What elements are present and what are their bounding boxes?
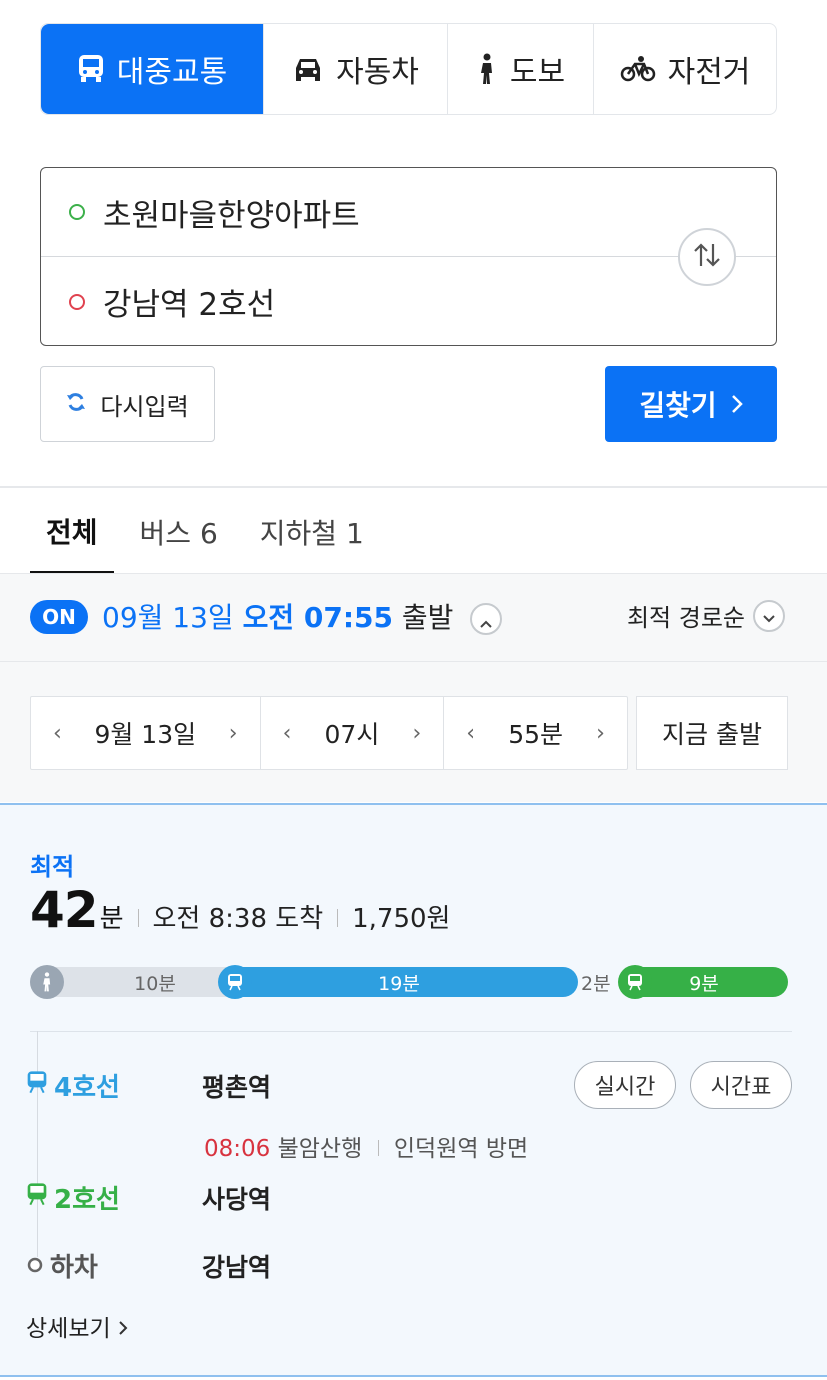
card-divider <box>30 1031 792 1032</box>
picker-group: ‹ 9월 13일 › ‹ 07시 › ‹ 55분 › <box>30 696 628 770</box>
bus-icon <box>77 54 105 84</box>
train-direction: 불암산행 <box>277 1136 363 1162</box>
prev-date-button[interactable]: ‹ <box>53 721 62 746</box>
subway-icon <box>26 1070 48 1101</box>
minute-unit: 분 <box>99 904 124 934</box>
origin-field[interactable]: 초원마을한양아파트 <box>41 168 776 257</box>
prev-minute-button[interactable]: ‹ <box>466 721 475 746</box>
station-name: 사당역 <box>202 1184 272 1214</box>
train-time: 08:06 <box>204 1136 271 1162</box>
tab-car-label: 자동차 <box>336 55 419 90</box>
sort-toggle[interactable] <box>753 599 785 632</box>
line4-label: 4호선 <box>26 1067 202 1104</box>
tab-all[interactable]: 전체 <box>30 490 114 574</box>
departure-info: 08:06 불암산행 인덕원역 방면 <box>204 1129 528 1163</box>
detail-link[interactable]: 상세보기 <box>26 1309 128 1343</box>
origin-text: 초원마을한양아파트 <box>103 197 360 234</box>
hour-picker: ‹ 07시 › <box>259 697 444 769</box>
tab-bike[interactable]: 자전거 <box>593 24 776 114</box>
car-icon <box>292 56 324 82</box>
reset-label: 다시입력 <box>100 392 189 421</box>
swap-button[interactable] <box>678 228 736 286</box>
tab-car[interactable]: 자동차 <box>263 24 447 114</box>
tab-walk[interactable]: 도보 <box>447 24 593 114</box>
date-picker: ‹ 9월 13일 › <box>31 697 260 769</box>
bike-icon <box>620 55 656 83</box>
walk-icon <box>30 965 64 999</box>
tab-subway[interactable]: 지하철 1 <box>244 490 380 574</box>
time-pickers: ‹ 9월 13일 › ‹ 07시 › ‹ 55분 › 지금 출발 <box>0 662 827 802</box>
alight-label: 하차 <box>26 1247 202 1284</box>
timetable-button[interactable]: 시간표 <box>690 1061 792 1109</box>
refresh-icon <box>66 390 86 418</box>
next-date-button[interactable]: › <box>229 721 238 746</box>
sort-label: 최적 경로순 <box>626 604 745 632</box>
circle-icon <box>26 1251 44 1281</box>
on-badge[interactable]: ON <box>30 600 88 634</box>
station-name: 평촌역 <box>202 1072 272 1102</box>
minute-picker: ‹ 55분 › <box>443 697 627 769</box>
chevron-right-icon <box>118 1316 128 1342</box>
destination-text: 강남역 2호선 <box>103 287 276 323</box>
tab-transit[interactable]: 대중교통 <box>41 24 263 114</box>
step-alight: 하차 강남역 <box>26 1247 271 1284</box>
fare: 1,750원 <box>352 904 451 934</box>
subway-icon <box>26 1182 48 1213</box>
tab-bus[interactable]: 버스 6 <box>124 490 234 574</box>
route-summary: 42 분 오전 8:38 도착 1,750원 <box>30 881 450 939</box>
departure-bar: ON 09월 13일 오전 07:55 출발 최적 경로순 <box>0 574 827 662</box>
reset-button[interactable]: 다시입력 <box>40 366 215 442</box>
total-minutes: 42 <box>30 881 99 939</box>
departure-suffix: 출발 <box>401 601 454 634</box>
subway-icon <box>218 965 252 999</box>
train-toward: 인덕원역 방면 <box>393 1136 529 1162</box>
date-value: 9월 13일 <box>94 720 197 749</box>
arrival-time: 오전 8:38 도착 <box>152 904 324 934</box>
separator <box>337 909 339 927</box>
line2-label: 2호선 <box>26 1179 202 1216</box>
minute-value: 55분 <box>508 720 564 749</box>
hour-value: 07시 <box>324 720 380 749</box>
departure-clock: 오전 07:55 <box>242 601 393 634</box>
search-label: 길찾기 <box>639 389 717 422</box>
transport-mode-tabs: 대중교통 자동차 도보 자전거 <box>40 23 777 115</box>
subway-icon <box>618 965 652 999</box>
step-line2: 2호선 사당역 <box>26 1179 271 1216</box>
station-name: 강남역 <box>202 1252 272 1282</box>
destination-dot-icon <box>69 293 85 310</box>
route-input-box: 초원마을한양아파트 강남역 2호선 <box>40 167 777 346</box>
tab-transit-label: 대중교통 <box>116 55 228 90</box>
chevron-down-icon <box>762 602 776 630</box>
best-tag: 최적 <box>30 853 75 881</box>
collapse-button[interactable] <box>470 603 503 636</box>
segment-bar: 10분 19분 2분 9분 <box>30 965 788 999</box>
swap-arrows-icon <box>692 242 722 272</box>
route-timeline-line <box>37 1031 38 1257</box>
departure-time[interactable]: 09월 13일 오전 07:55 출발 <box>102 596 503 636</box>
sort-dropdown[interactable]: 최적 경로순 <box>627 598 785 633</box>
prev-hour-button[interactable]: ‹ <box>283 721 292 746</box>
depart-now-button[interactable]: 지금 출발 <box>636 696 788 770</box>
section-divider <box>0 486 827 488</box>
route-result-card[interactable]: 최적 42 분 오전 8:38 도착 1,750원 10분 19분 2분 9분 … <box>0 803 827 1377</box>
chevron-up-icon <box>479 603 493 636</box>
origin-dot-icon <box>69 204 85 220</box>
tab-bike-label: 자전거 <box>667 55 751 90</box>
realtime-button[interactable]: 실시간 <box>574 1061 676 1109</box>
search-button[interactable]: 길찾기 <box>605 366 777 442</box>
departure-date: 09월 13일 <box>102 601 234 634</box>
result-tabs: 전체 버스 6 지하철 1 <box>30 490 390 574</box>
separator <box>377 1140 379 1156</box>
step-line4: 4호선 평촌역 <box>26 1067 271 1104</box>
walk-icon <box>476 53 498 85</box>
line4-segment: 19분 <box>220 967 578 997</box>
next-minute-button[interactable]: › <box>596 721 605 746</box>
separator <box>137 909 139 927</box>
transfer-gap: 2분 <box>581 972 611 995</box>
next-hour-button[interactable]: › <box>412 721 421 746</box>
destination-field[interactable]: 강남역 2호선 <box>41 257 776 346</box>
chevron-right-icon <box>731 388 743 421</box>
tab-walk-label: 도보 <box>509 55 566 90</box>
